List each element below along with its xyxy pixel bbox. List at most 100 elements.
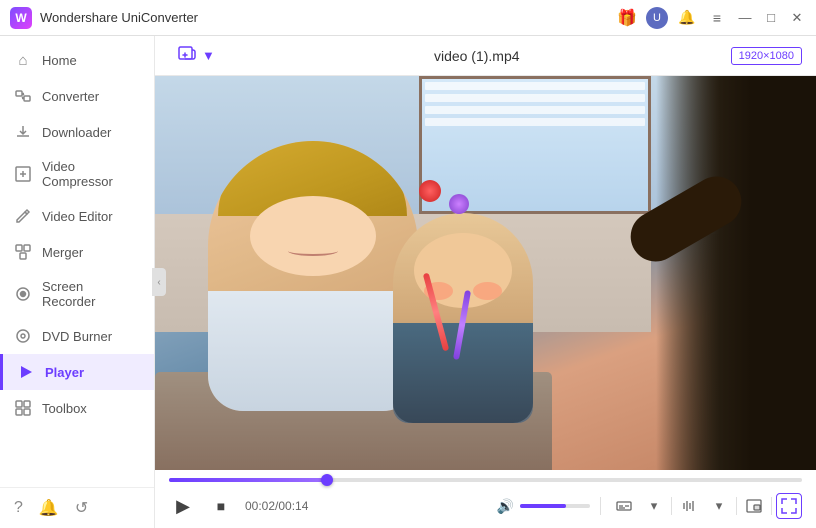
caption-chevron[interactable]: ▾ (641, 493, 667, 519)
toolbox-icon (14, 399, 32, 417)
sidebar-footer: ? 🔔 ↺ (0, 487, 154, 528)
person-right-body (656, 76, 816, 470)
content-area: ▼ video (1).mp4 1920×1080 (155, 36, 816, 528)
divider-1 (600, 497, 601, 515)
controls-bar: ▶ ■ 00:02/00:14 🔊 (155, 470, 816, 528)
sidebar-nav: ⌂ Home Converter (0, 36, 154, 487)
help-icon[interactable]: ? (14, 499, 23, 517)
volume-track[interactable] (520, 504, 590, 508)
sidebar-item-merger[interactable]: Merger (0, 234, 154, 270)
merger-icon (14, 243, 32, 261)
sidebar-item-screen-recorder[interactable]: Screen Recorder (0, 270, 154, 318)
woman-figure (208, 141, 418, 411)
avatar-icon: U (653, 12, 661, 24)
title-bar: W Wondershare UniConverter 🎁 U 🔔 ≡ — □ ✕ (0, 0, 816, 36)
bell-icon[interactable]: 🔔 (676, 7, 698, 29)
volume-area: 🔊 (497, 498, 590, 515)
sidebar-item-video-compressor[interactable]: Video Compressor (0, 150, 154, 198)
sidebar-label-dvd-burner: DVD Burner (42, 329, 112, 344)
woman-shirt (208, 291, 418, 411)
woman-face (250, 196, 376, 276)
sidebar-item-downloader[interactable]: Downloader (0, 114, 154, 150)
cheek-right (473, 282, 502, 300)
child-shirt (393, 323, 533, 423)
home-icon: ⌂ (14, 51, 32, 69)
divider-2 (671, 497, 672, 515)
divider-4 (771, 497, 772, 515)
player-icon (17, 363, 35, 381)
sidebar-label-video-compressor: Video Compressor (42, 159, 140, 189)
sidebar-item-home[interactable]: ⌂ Home (0, 42, 154, 78)
sidebar-item-toolbox[interactable]: Toolbox (0, 390, 154, 426)
notification-footer-icon[interactable]: 🔔 (39, 498, 59, 518)
video-background (155, 76, 816, 470)
fullscreen-tooltip-container: Full Screen (776, 493, 802, 519)
video-container (155, 76, 816, 470)
menu-icon[interactable]: ≡ (706, 7, 728, 29)
sidebar-label-player: Player (45, 365, 84, 380)
sidebar-label-screen-recorder: Screen Recorder (42, 279, 140, 309)
gift-icon[interactable]: 🎁 (616, 7, 638, 29)
person-right (656, 76, 816, 470)
play-button[interactable]: ▶ (169, 492, 197, 520)
blind-strip (425, 82, 644, 90)
progress-track[interactable] (169, 478, 802, 482)
sidebar-label-merger: Merger (42, 245, 83, 260)
sidebar-item-dvd-burner[interactable]: DVD Burner (0, 318, 154, 354)
video-frame (155, 76, 816, 470)
blinds (422, 79, 647, 211)
volume-icon[interactable]: 🔊 (497, 498, 514, 515)
converter-icon (14, 87, 32, 105)
add-file-button[interactable]: ▼ (169, 39, 223, 72)
screen-recorder-icon (14, 285, 32, 303)
volume-fill (520, 504, 566, 508)
progress-thumb[interactable] (321, 474, 333, 486)
sidebar-label-home: Home (42, 53, 77, 68)
title-bar-actions: 🎁 U 🔔 ≡ — □ ✕ (616, 7, 806, 29)
app-title: Wondershare UniConverter (40, 10, 616, 25)
maximize-button[interactable]: □ (762, 9, 780, 27)
sidebar-item-video-editor[interactable]: Video Editor (0, 198, 154, 234)
candy-top-2 (449, 194, 469, 214)
right-controls: ▾ ▾ (611, 493, 802, 519)
sidebar-label-video-editor: Video Editor (42, 209, 113, 224)
caption-button[interactable] (611, 493, 637, 519)
file-name: video (1).mp4 (233, 48, 721, 64)
sidebar-item-converter[interactable]: Converter (0, 78, 154, 114)
refresh-icon[interactable]: ↺ (75, 498, 88, 518)
divider-3 (736, 497, 737, 515)
editor-icon (14, 207, 32, 225)
controls-row: ▶ ■ 00:02/00:14 🔊 (169, 486, 802, 528)
progress-fill (169, 478, 327, 482)
sidebar-collapse-button[interactable]: ‹ (152, 268, 166, 296)
app-logo: W (10, 7, 32, 29)
pip-button[interactable] (741, 493, 767, 519)
compressor-icon (14, 165, 32, 183)
fullscreen-button[interactable] (776, 493, 802, 519)
resolution-badge: 1920×1080 (731, 47, 802, 65)
audio-track-button[interactable] (676, 493, 702, 519)
audio-chevron[interactable]: ▾ (706, 493, 732, 519)
woman-smile (288, 246, 338, 256)
add-file-chevron: ▼ (202, 48, 215, 63)
main-layout: ⌂ Home Converter (0, 36, 816, 528)
sidebar-label-downloader: Downloader (42, 125, 111, 140)
sidebar-label-toolbox: Toolbox (42, 401, 87, 416)
blind-strip (425, 118, 644, 126)
sidebar-item-player[interactable]: Player (0, 354, 154, 390)
dvd-burner-icon (14, 327, 32, 345)
close-button[interactable]: ✕ (788, 9, 806, 27)
add-file-icon (177, 43, 197, 68)
time-display: 00:02/00:14 (245, 499, 308, 513)
player-header: ▼ video (1).mp4 1920×1080 (155, 36, 816, 76)
blind-strip (425, 94, 644, 102)
user-avatar[interactable]: U (646, 7, 668, 29)
blind-strip (425, 106, 644, 114)
downloader-icon (14, 123, 32, 141)
minimize-button[interactable]: — (736, 9, 754, 27)
stop-button[interactable]: ■ (207, 492, 235, 520)
sidebar: ⌂ Home Converter (0, 36, 155, 528)
progress-area (169, 470, 802, 486)
sidebar-label-converter: Converter (42, 89, 99, 104)
window-element (419, 76, 650, 214)
